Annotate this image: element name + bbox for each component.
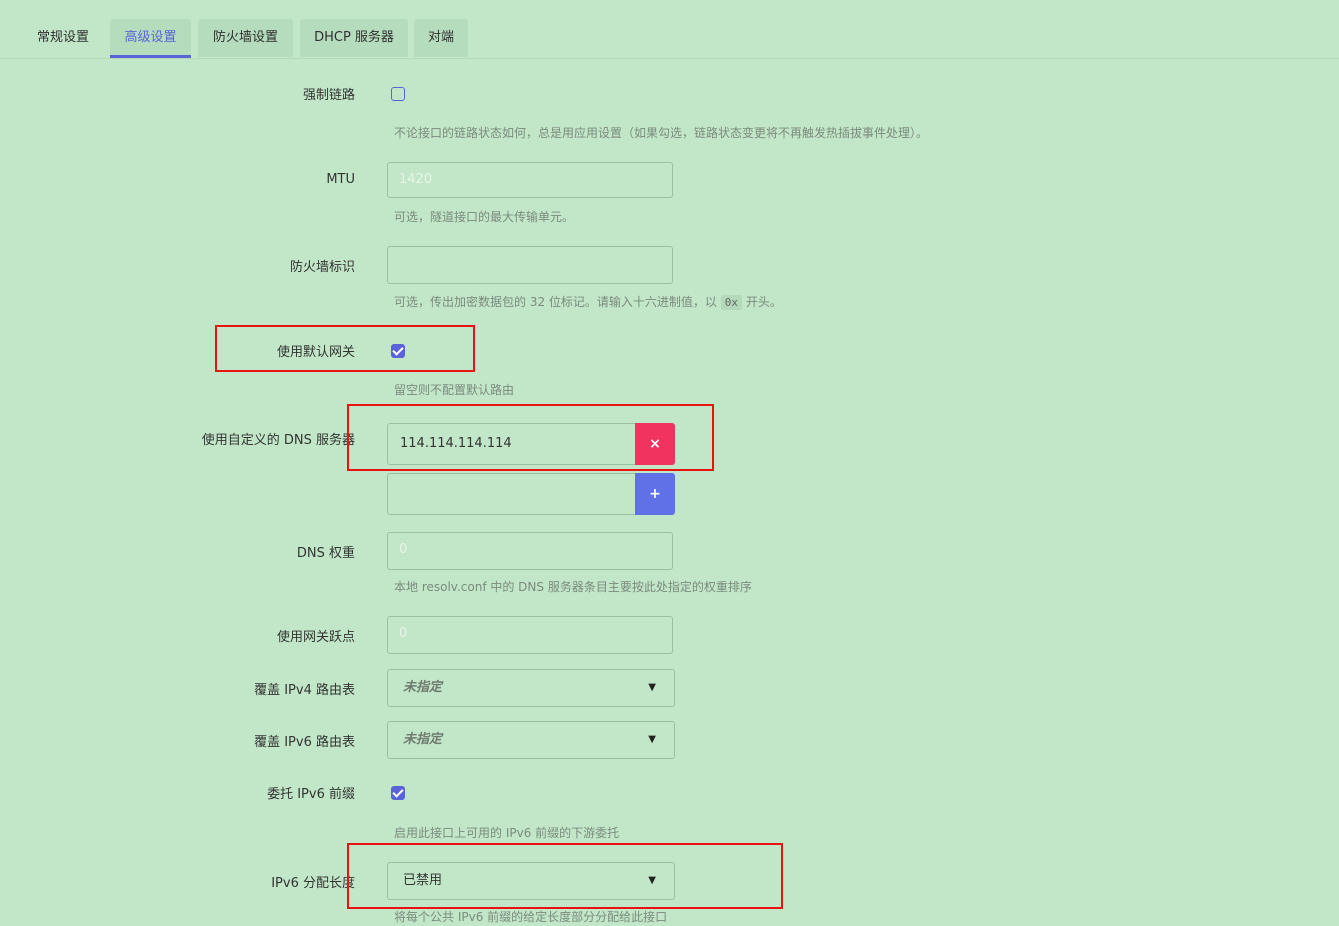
ipv6-dropdown-arrow-icon: ▼ [648, 734, 656, 745]
mtu-input[interactable]: 1420 [387, 162, 673, 198]
tab-peers[interactable]: 对端 [414, 19, 468, 57]
ipv4-table-value: 未指定 [403, 680, 443, 695]
fwmark-hint-prefix: 可选，传出加密数据包的 32 位标记。请输入十六进制值，以 [394, 295, 717, 309]
mtu-hint: 可选，隧道接口的最大传输单元。 [394, 210, 575, 224]
delegate-checkbox[interactable] [391, 786, 405, 800]
delegate-hint: 启用此接口上可用的 IPv6 前缀的下游委托 [394, 826, 620, 840]
dns-weight-label: DNS 权重 [296, 546, 355, 561]
ipv4-dropdown-arrow-icon: ▼ [648, 682, 656, 693]
dns-weight-input[interactable]: 0 [387, 532, 673, 570]
fwmark-label: 防火墙标识 [289, 260, 355, 275]
ipv6-table-label: 覆盖 IPv6 路由表 [254, 735, 355, 750]
highlight-box-default-gw [215, 325, 475, 372]
ipv4-table-label: 覆盖 IPv4 路由表 [254, 683, 355, 698]
fwmark-hint-suffix: 开头。 [745, 295, 782, 309]
highlight-box-ip6assign [347, 843, 783, 909]
tab-firewall[interactable]: 防火墙设置 [198, 19, 293, 57]
delegate-label: 委托 IPv6 前缀 [267, 787, 355, 802]
gw-metric-placeholder: 0 [399, 626, 408, 641]
fwmark-input[interactable] [387, 246, 673, 284]
gw-metric-label: 使用网关跃点 [276, 630, 355, 645]
ip6assign-label: IPv6 分配长度 [271, 876, 355, 891]
fwmark-hint-code: 0x [720, 295, 742, 310]
ipv6-table-select[interactable]: 未指定 ▼ [387, 721, 675, 759]
dns-entry-2-input[interactable] [387, 473, 636, 515]
tab-advanced[interactable]: 高级设置 [110, 19, 191, 58]
ip6assign-hint: 将每个公共 IPv6 前缀的给定长度部分分配给此接口 [394, 910, 668, 924]
highlight-box-custom-dns [347, 404, 714, 471]
ipv4-table-select[interactable]: 未指定 ▼ [387, 669, 675, 707]
tab-bar: 常规设置 高级设置 防火墙设置 DHCP 服务器 对端 [0, 0, 1339, 59]
default-gw-hint: 留空则不配置默认路由 [394, 383, 515, 397]
mtu-placeholder: 1420 [399, 172, 433, 187]
fwmark-hint: 可选，传出加密数据包的 32 位标记。请输入十六进制值，以 0x 开头。 [394, 293, 782, 310]
mtu-label: MTU [326, 172, 355, 187]
tab-general[interactable]: 常规设置 [22, 19, 104, 57]
force-link-checkbox[interactable] [391, 87, 405, 101]
tab-dhcp-server[interactable]: DHCP 服务器 [300, 19, 408, 57]
dns-add-button[interactable]: + [635, 473, 675, 515]
dns-weight-hint: 本地 resolv.conf 中的 DNS 服务器条目主要按此处指定的权重排序 [394, 580, 752, 594]
custom-dns-label: 使用自定义的 DNS 服务器 [201, 433, 355, 448]
dns-entry-2: + [387, 473, 675, 515]
force-link-hint: 不论接口的链路状态如何，总是用应用设置（如果勾选，链路状态变更将不再触发热插拔事… [394, 126, 929, 140]
page: 常规设置 高级设置 防火墙设置 DHCP 服务器 对端 强制链路 不论接口的链路… [0, 0, 1339, 926]
force-link-label: 强制链路 [302, 88, 355, 103]
ipv6-table-value: 未指定 [403, 732, 443, 747]
gw-metric-input[interactable]: 0 [387, 616, 673, 654]
dns-weight-placeholder: 0 [399, 542, 408, 557]
